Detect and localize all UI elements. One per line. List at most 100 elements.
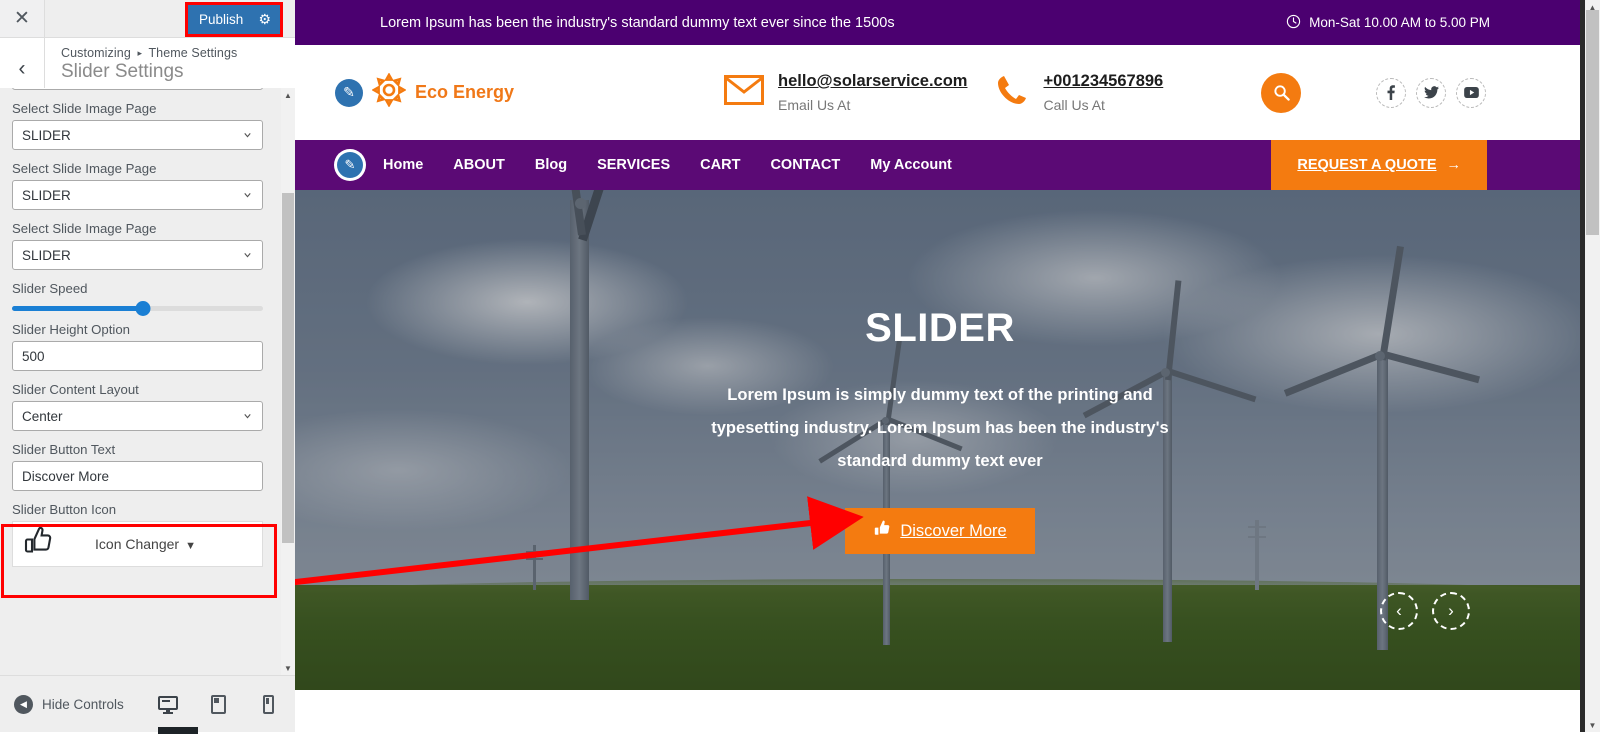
edit-pencil-icon[interactable]: ✎: [337, 152, 363, 178]
discover-more-label: Discover More: [900, 521, 1007, 540]
chevron-right-icon[interactable]: ›: [1432, 592, 1470, 630]
slider-handle[interactable]: [135, 301, 151, 316]
site-preview-frame: Lorem Ipsum has been the industry's stan…: [295, 0, 1585, 732]
slider-content-layout-label: Slider Content Layout: [12, 382, 139, 397]
scroll-down-icon[interactable]: ▼: [281, 661, 295, 675]
header-phone-group[interactable]: +001234567896 Call Us At: [995, 72, 1163, 113]
slider-height-option-value: 500: [22, 348, 45, 364]
site-navbar: ✎ Home ABOUT Blog SERVICES CART CONTACT My Acc…: [295, 140, 1585, 190]
control-select-slide-image-page-1: Select Slide Image Page SLIDER: [12, 101, 283, 150]
email-address[interactable]: hello@solarservice.com: [778, 72, 967, 91]
close-icon[interactable]: ✕: [0, 0, 45, 37]
publish-button-label: Publish: [199, 12, 244, 27]
breadcrumb-root: Customizing: [61, 46, 131, 60]
device-preview-buttons: [155, 691, 281, 734]
slider-height-option[interactable]: 500: [12, 341, 263, 371]
email-text-block: hello@solarservice.com Email Us At: [778, 72, 967, 113]
publish-highlight-box: Publish ⚙: [185, 2, 283, 37]
header-email-group[interactable]: hello@solarservice.com Email Us At: [724, 72, 967, 113]
hand-pointer-icon: [23, 526, 71, 562]
topbar-hours: Mon-Sat 10.00 AM to 5.00 PM: [1309, 15, 1490, 30]
nav-item-cart[interactable]: CART: [700, 157, 740, 173]
breadcrumb-separator-icon: ▸: [137, 48, 143, 58]
customizer-controls-area: SLIDER Select Slide Image Page SLIDER Selec…: [0, 88, 295, 675]
request-a-quote-button[interactable]: REQUEST A QUOTE →: [1271, 140, 1487, 190]
edit-pencil-icon[interactable]: ✎: [335, 78, 363, 107]
nav-item-contact[interactable]: CONTACT: [770, 157, 840, 173]
clock-icon: [1286, 14, 1301, 32]
arrow-right-icon: →: [1446, 157, 1462, 173]
phone-caption: Call Us At: [1043, 97, 1105, 113]
chevron-down-icon: ▼: [185, 540, 196, 552]
mobile-preview-icon[interactable]: [255, 691, 281, 717]
chevron-left-icon[interactable]: ‹: [1380, 592, 1418, 630]
select-slide-image-page-2-label: Select Slide Image Page: [12, 161, 157, 176]
page-scrollbar[interactable]: ▲ ▼: [1585, 0, 1600, 732]
nav-item-blog[interactable]: Blog: [535, 157, 567, 173]
select-slide-image-page-0[interactable]: SLIDER: [12, 88, 263, 90]
scroll-up-icon[interactable]: ▲: [281, 88, 295, 102]
site-topbar: Lorem Ipsum has been the industry's stan…: [295, 0, 1585, 45]
topbar-hours-group: Mon-Sat 10.00 AM to 5.00 PM: [1286, 14, 1490, 32]
page-scrollbar-thumb[interactable]: [1586, 10, 1599, 235]
customizer-topbar: ✕ Publish ⚙: [0, 0, 295, 38]
slider-button-icon[interactable]: Icon Changer ▼: [12, 521, 263, 567]
facebook-icon[interactable]: [1376, 77, 1407, 108]
customizer-sidebar: ✕ Publish ⚙ ‹ Customizing ▸ Theme Settin…: [0, 0, 295, 734]
control-slider-button-icon: Slider Button Icon Icon Changer ▼: [12, 502, 283, 567]
hide-controls-button[interactable]: ◀ Hide Controls: [14, 694, 124, 714]
control-select-slide-image-page-3: Select Slide Image Page SLIDER: [12, 221, 283, 270]
breadcrumb: Customizing ▸ Theme Settings: [61, 46, 237, 60]
gear-icon[interactable]: ⚙: [258, 11, 271, 28]
select-slide-image-page-3[interactable]: SLIDER: [12, 240, 263, 270]
page-title: Slider Settings: [61, 61, 184, 82]
publish-button[interactable]: Publish ⚙: [188, 5, 280, 34]
social-links: [1376, 77, 1487, 108]
control-select-slide-image-page-2: Select Slide Image Page SLIDER: [12, 161, 283, 210]
slider-button-icon-value: Icon Changer: [95, 536, 180, 552]
sidebar-scrollbar[interactable]: ▲ ▼: [281, 88, 295, 675]
hero-description: Lorem Ipsum is simply dummy text of the …: [711, 386, 1169, 470]
scroll-down-icon[interactable]: ▼: [1585, 718, 1600, 732]
phone-number[interactable]: +001234567896: [1043, 72, 1163, 91]
youtube-icon[interactable]: [1456, 77, 1487, 108]
slider-button-text[interactable]: Discover More: [12, 461, 263, 491]
active-device-indicator: [158, 727, 198, 734]
nav-links: Home ABOUT Blog SERVICES CART CONTACT My Accou…: [383, 157, 952, 173]
brand-name: Eco Energy: [415, 82, 515, 102]
slider-button-text-label: Slider Button Text: [12, 442, 116, 457]
controls-scroll-area: SLIDER Select Slide Image Page SLIDER Selec…: [12, 88, 283, 567]
desktop-preview-icon[interactable]: [155, 691, 198, 734]
nav-item-about[interactable]: ABOUT: [453, 157, 505, 173]
tablet-preview-icon[interactable]: [205, 691, 231, 717]
twitter-icon[interactable]: [1416, 77, 1447, 108]
select-slide-image-page-2[interactable]: SLIDER: [12, 180, 263, 210]
slider-height-option-label: Slider Height Option: [12, 322, 131, 337]
discover-more-button[interactable]: Discover More: [845, 508, 1035, 554]
sun-icon: [371, 72, 407, 112]
control-slider-height-option: Slider Height Option 500: [12, 322, 283, 371]
hide-controls-label: Hide Controls: [42, 696, 124, 712]
control-slider-content-layout: Slider Content Layout Center: [12, 382, 283, 431]
nav-item-my-account[interactable]: My Account: [870, 157, 952, 173]
slider-content-layout[interactable]: Center: [12, 401, 263, 431]
brand-logo-group[interactable]: ✎ Eco Energy: [335, 72, 515, 112]
hand-pointer-icon: [873, 520, 891, 542]
search-icon[interactable]: [1261, 72, 1302, 113]
chevron-left-circle-icon: ◀: [14, 694, 33, 714]
select-slide-image-page-1-label: Select Slide Image Page: [12, 101, 157, 116]
email-caption: Email Us At: [778, 97, 851, 113]
nav-item-home[interactable]: Home: [383, 157, 423, 173]
select-slide-image-page-1[interactable]: SLIDER: [12, 120, 263, 150]
select-slide-image-page-2-value: SLIDER: [22, 187, 71, 203]
slider-button-icon-label: Slider Button Icon: [12, 502, 117, 517]
topbar-message: Lorem Ipsum has been the industry's stan…: [380, 14, 895, 31]
slider-speed-label: Slider Speed: [12, 281, 88, 296]
breadcrumb-current: Theme Settings: [148, 46, 238, 60]
slider-button-text-value: Discover More: [22, 468, 110, 484]
nav-item-services[interactable]: SERVICES: [597, 157, 670, 173]
control-slider-button-text: Slider Button Text Discover More: [12, 442, 283, 491]
hero-slider: SLIDER Lorem Ipsum is simply dummy text …: [295, 190, 1585, 690]
slider-speed[interactable]: [12, 301, 263, 316]
sidebar-scrollbar-thumb[interactable]: [282, 193, 294, 543]
